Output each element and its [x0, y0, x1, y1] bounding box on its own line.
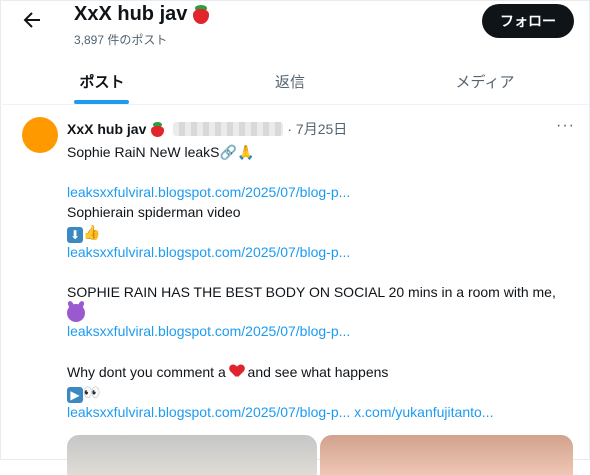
post-emoji-line: ⬇ 👍	[67, 222, 100, 243]
active-tab-indicator	[74, 100, 129, 104]
post-header: XxX hub jav · 7月25日	[67, 119, 347, 139]
post-author[interactable]: XxX hub jav	[67, 121, 146, 137]
strawberry-icon	[150, 121, 165, 137]
profile-header: XxX hub jav 3,897 件のポスト フォロー	[0, 0, 590, 58]
tab-media[interactable]: メディア	[430, 58, 540, 104]
devil-face-icon	[67, 304, 85, 322]
tab-replies[interactable]: 返信	[235, 58, 345, 104]
play-button-icon: ▶	[67, 387, 83, 403]
down-arrow-icon: ⬇	[67, 227, 83, 243]
post-text-line: Why dont you comment a and see what happ…	[67, 362, 388, 382]
post-link-line: leaksxxfulviral.blogspot.com/2025/07/blo…	[67, 402, 493, 422]
post-text: Sophierain spiderman video	[67, 204, 241, 220]
post-emoji-line: ▶ 👀	[67, 382, 100, 403]
media-thumbnail[interactable]	[320, 435, 573, 475]
post-text-line: Sophie RaiN NeW leakS🔗🙏	[67, 142, 254, 162]
tab-posts[interactable]: ポスト	[47, 58, 157, 104]
eyes-icon: 👀	[83, 384, 101, 400]
avatar[interactable]	[22, 117, 58, 153]
thumbs-up-icon: 👍	[83, 224, 101, 240]
blurred-handle	[173, 122, 284, 136]
pray-hands-icon: 🙏	[236, 144, 255, 160]
post-link[interactable]: leaksxxfulviral.blogspot.com/2025/07/blo…	[67, 321, 350, 341]
back-arrow-icon[interactable]	[20, 8, 44, 32]
post-link[interactable]: x.com/yukanfujitanto...	[354, 404, 493, 420]
post-link[interactable]: leaksxxfulviral.blogspot.com/2025/07/blo…	[67, 182, 350, 202]
follow-button[interactable]: フォロー	[482, 4, 574, 38]
more-options-icon[interactable]: ···	[556, 117, 575, 135]
post-count: 3,897 件のポスト	[74, 33, 168, 47]
profile-title: XxX hub jav	[74, 2, 211, 26]
post-link[interactable]: leaksxxfulviral.blogspot.com/2025/07/blo…	[67, 242, 350, 262]
post-text: SOPHIE RAIN HAS THE BEST BODY ON SOCIAL …	[67, 284, 556, 300]
strawberry-icon	[191, 4, 211, 24]
media-thumbnail[interactable]	[67, 435, 317, 475]
post-date[interactable]: · 7月25日	[287, 119, 347, 139]
post-emoji-line	[67, 303, 85, 323]
red-heart-icon	[230, 365, 244, 378]
profile-title-block: XxX hub jav 3,897 件のポスト	[74, 2, 211, 48]
post-text: and see what happens	[247, 364, 389, 380]
profile-name: XxX hub jav	[74, 3, 188, 25]
post-text: Why dont you comment a	[67, 364, 226, 380]
post-text: Sophie RaiN NeW leakS	[67, 144, 220, 160]
post-card[interactable]: XxX hub jav · 7月25日 ··· Sophie RaiN NeW …	[0, 105, 590, 475]
post-link[interactable]: leaksxxfulviral.blogspot.com/2025/07/blo…	[67, 404, 350, 420]
link-icon: 🔗	[219, 144, 237, 160]
profile-tabs: ポスト 返信 メディア	[0, 58, 590, 105]
